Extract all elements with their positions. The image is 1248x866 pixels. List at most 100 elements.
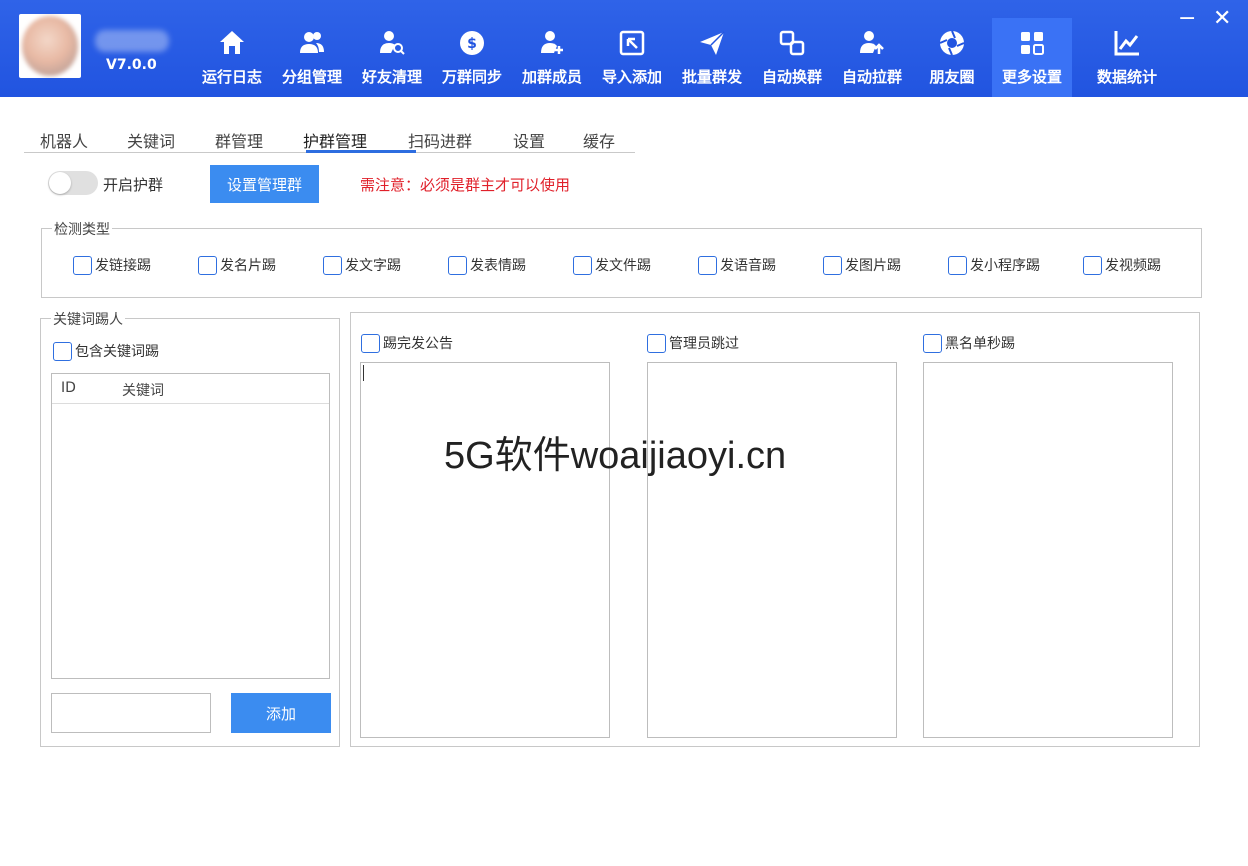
nav-auto-swap[interactable]: 自动换群: [752, 18, 832, 97]
sync-icon: $: [460, 31, 484, 55]
svg-text:$: $: [467, 36, 477, 52]
grid-icon: [1021, 32, 1044, 55]
users-icon: [300, 32, 324, 53]
text-caret: [363, 365, 364, 381]
checkbox-kick-link[interactable]: 发链接踢: [73, 255, 151, 275]
nav-group-sync[interactable]: $ 万群同步: [432, 18, 512, 97]
swap-icon: [779, 30, 805, 56]
nav-import-add[interactable]: 导入添加: [592, 18, 672, 97]
checkbox-blacklist-instant-kick[interactable]: 黑名单秒踢: [923, 333, 1015, 353]
toggle-knob: [49, 172, 71, 194]
column-id[interactable]: ID: [61, 380, 76, 396]
nav-label: 运行日志: [201, 68, 262, 86]
minimize-button[interactable]: −: [1178, 8, 1196, 30]
keyword-kick-group: 关键词踢人 包含关键词踢 ID 关键词 添加: [40, 309, 340, 747]
checkbox-label: 发图片踢: [845, 258, 901, 274]
checkbox-box: [573, 255, 592, 275]
nav-run-log[interactable]: 运行日志: [192, 18, 272, 97]
nav-label: 自动换群: [761, 68, 822, 86]
tab-robot[interactable]: 机器人: [40, 128, 88, 152]
tab-keywords[interactable]: 关键词: [127, 128, 175, 152]
active-tab-indicator: [306, 150, 416, 153]
checkbox-label: 发名片踢: [220, 258, 276, 274]
warning-text: 需注意：必须是群主才可以使用: [360, 176, 571, 194]
checkbox-kick-text[interactable]: 发文字踢: [323, 255, 401, 275]
watermark-text: 5G软件woaijiaoyi.cn: [444, 435, 787, 477]
tab-group-manage[interactable]: 群管理: [215, 128, 263, 152]
checkbox-label: 踢完发公告: [383, 336, 453, 352]
list-header: ID 关键词: [52, 374, 329, 404]
nav-more-settings[interactable]: 更多设置: [992, 18, 1072, 97]
group-title: 关键词踢人: [51, 309, 125, 329]
column-keyword[interactable]: 关键词: [122, 380, 164, 400]
set-admin-group-button[interactable]: 设置管理群: [210, 165, 319, 203]
user-pull-icon: [860, 31, 884, 54]
checkbox-box: [198, 255, 217, 275]
checkbox-kick-miniprogram[interactable]: 发小程序踢: [948, 255, 1040, 275]
checkbox-kick-card[interactable]: 发名片踢: [198, 255, 276, 275]
main-nav: 运行日志 分组管理 好友清理 $ 万群同步 加群成员 导入添加 批量群发 自动换: [192, 18, 1182, 97]
checkbox-box: [73, 255, 92, 275]
user-add-icon: [541, 31, 563, 54]
guard-toggle[interactable]: [48, 171, 98, 195]
add-keyword-button[interactable]: 添加: [231, 693, 331, 733]
tab-cache[interactable]: 缓存: [583, 128, 615, 152]
nav-label: 自动拉群: [841, 68, 902, 86]
checkbox-admin-skip[interactable]: 管理员跳过: [647, 333, 739, 353]
tab-qr-join[interactable]: 扫码进群: [408, 128, 472, 152]
checkbox-box: [823, 255, 842, 275]
checkbox-kick-image[interactable]: 发图片踢: [823, 255, 901, 275]
tab-group-guard[interactable]: 护群管理: [303, 128, 367, 152]
checkbox-label: 发表情踢: [470, 258, 526, 274]
blacklist-textarea[interactable]: [923, 362, 1173, 738]
tab-settings[interactable]: 设置: [513, 128, 545, 152]
checkbox-box: [698, 255, 717, 275]
nav-label: 导入添加: [601, 68, 662, 86]
checkbox-box: [323, 255, 342, 275]
checkbox-label: 发文字踢: [345, 258, 401, 274]
checkbox-kick-video[interactable]: 发视频踢: [1083, 255, 1161, 275]
keyword-list[interactable]: ID 关键词: [51, 373, 330, 679]
username-blurred: [95, 30, 169, 52]
nav-label: 分组管理: [281, 68, 342, 86]
nav-label: 朋友圈: [929, 68, 975, 86]
nav-bulk-send[interactable]: 批量群发: [672, 18, 752, 97]
nav-group-manage[interactable]: 分组管理: [272, 18, 352, 97]
announcement-textarea[interactable]: [360, 362, 610, 738]
avatar[interactable]: [19, 14, 81, 78]
title-bar: V7.0.0 运行日志 分组管理 好友清理 $ 万群同步 加群成员 导入添加 批…: [0, 0, 1248, 97]
user-search-icon: [380, 31, 405, 55]
checkbox-label: 发链接踢: [95, 258, 151, 274]
nav-label: 万群同步: [441, 68, 502, 86]
checkbox-kick-emoji[interactable]: 发表情踢: [448, 255, 526, 275]
nav-moments[interactable]: 朋友圈: [912, 18, 992, 97]
aperture-icon: [939, 30, 965, 56]
avatar-image: [22, 16, 78, 76]
nav-friend-clean[interactable]: 好友清理: [352, 18, 432, 97]
checkbox-label: 黑名单秒踢: [945, 336, 1015, 352]
nav-label: 好友清理: [361, 68, 422, 86]
checkbox-label: 发视频踢: [1105, 258, 1161, 274]
keyword-input[interactable]: [51, 693, 211, 733]
group-title: 检测类型: [52, 219, 112, 239]
checkbox-box: [53, 341, 72, 361]
checkbox-box: [1083, 255, 1102, 275]
checkbox-include-keyword[interactable]: 包含关键词踢: [53, 341, 159, 361]
checkbox-announce-after-kick[interactable]: 踢完发公告: [361, 333, 453, 353]
nav-statistics[interactable]: 数据统计: [1072, 18, 1182, 97]
home-icon: [220, 31, 244, 54]
checkbox-kick-voice[interactable]: 发语音踢: [698, 255, 776, 275]
checkbox-label: 包含关键词踢: [75, 344, 159, 360]
close-button[interactable]: ✕: [1213, 8, 1231, 30]
checkbox-kick-file[interactable]: 发文件踢: [573, 255, 651, 275]
checkbox-label: 发小程序踢: [970, 258, 1040, 274]
chart-icon: [1114, 31, 1139, 56]
nav-add-members[interactable]: 加群成员: [512, 18, 592, 97]
guard-toggle-label: 开启护群: [103, 176, 164, 194]
send-icon: [700, 31, 725, 55]
version-label: V7.0.0: [106, 57, 157, 73]
nav-auto-pull[interactable]: 自动拉群: [832, 18, 912, 97]
admin-list-textarea[interactable]: [647, 362, 897, 738]
detect-type-group: 检测类型 发链接踢 发名片踢 发文字踢 发表情踢 发文件踢 发语音踢 发图片踢 …: [41, 219, 1202, 298]
nav-label: 数据统计: [1096, 68, 1157, 86]
